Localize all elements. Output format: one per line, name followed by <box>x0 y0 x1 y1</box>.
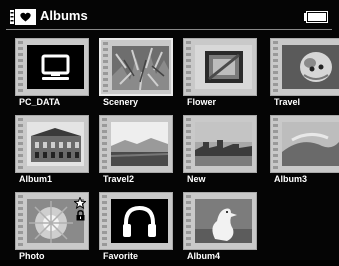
headphones-icon <box>111 199 168 243</box>
album-tile-travel[interactable]: Travel <box>270 38 339 112</box>
building-photo <box>27 122 84 166</box>
film-frame <box>99 38 173 96</box>
album-tile-album3[interactable]: Album3 <box>270 115 339 189</box>
film-perforation <box>103 42 108 92</box>
rock-photo <box>282 122 339 166</box>
album-tile-scenery[interactable]: Scenery <box>99 38 179 112</box>
album-label: Flower <box>187 97 217 107</box>
album-browser-screen: Albums PC_DATA Scenery Flower Travel Alb… <box>0 0 339 261</box>
album-label: New <box>187 174 206 184</box>
film-frame <box>99 192 173 250</box>
album-tile-photo[interactable]: Photo <box>15 192 95 266</box>
film-frame <box>183 192 257 250</box>
album-tile-flower[interactable]: Flower <box>183 38 263 112</box>
album-tile-album1[interactable]: Album1 <box>15 115 95 189</box>
album-tile-pc-data[interactable]: PC_DATA <box>15 38 95 112</box>
film-frame <box>99 115 173 173</box>
film-frame <box>270 115 339 173</box>
film-frame <box>183 115 257 173</box>
album-tile-album4[interactable]: Album4 <box>183 192 263 266</box>
album-label: PC_DATA <box>19 97 61 107</box>
animal-photo <box>282 45 339 89</box>
film-perforation <box>186 195 191 247</box>
film-perforation <box>186 118 191 170</box>
album-label: Album3 <box>274 174 308 184</box>
bird-photo <box>195 199 252 243</box>
album-grid: PC_DATA Scenery Flower Travel Album1 Tra… <box>0 0 339 261</box>
film-perforation <box>186 41 191 93</box>
film-frame <box>270 38 339 96</box>
film-perforation <box>18 195 23 247</box>
film-frame <box>15 38 89 96</box>
film-perforation <box>18 41 23 93</box>
album-label: Travel <box>274 97 301 107</box>
album-label: Favorite <box>103 251 139 261</box>
album-tile-travel2[interactable]: Travel2 <box>99 115 179 189</box>
flower-photo <box>195 45 252 89</box>
film-perforation <box>273 41 278 93</box>
film-frame <box>15 192 89 250</box>
album-label: Album4 <box>187 251 221 261</box>
plant-photo <box>112 46 169 90</box>
album-tile-favorite[interactable]: Favorite <box>99 192 179 266</box>
film-perforation <box>102 118 107 170</box>
album-label: Album1 <box>19 174 53 184</box>
film-frame <box>15 115 89 173</box>
landscape-photo <box>111 122 168 166</box>
city-photo <box>195 122 252 166</box>
film-perforation <box>102 195 107 247</box>
album-label: Travel2 <box>103 174 135 184</box>
star-icon <box>74 197 86 209</box>
film-frame <box>183 38 257 96</box>
film-perforation <box>18 118 23 170</box>
film-perforation <box>273 118 278 170</box>
lock-icon <box>76 210 85 221</box>
album-label: Photo <box>19 251 45 261</box>
album-tile-new[interactable]: New <box>183 115 263 189</box>
album-label: Scenery <box>103 97 139 107</box>
monitor-icon <box>27 45 84 89</box>
